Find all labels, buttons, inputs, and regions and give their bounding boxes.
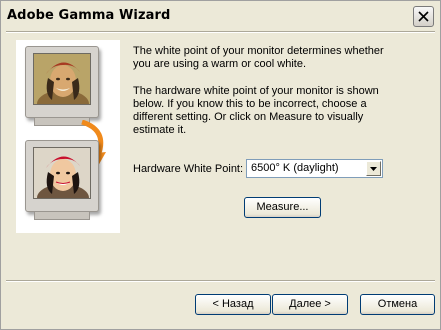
white-point-illustration [16, 40, 120, 233]
detail-line: estimate it. [133, 124, 187, 136]
portrait-cool-icon [33, 147, 91, 199]
dropdown-button[interactable] [366, 161, 381, 176]
detail-line: The hardware white point of your monitor… [133, 85, 379, 97]
portrait-warm-icon [33, 53, 91, 105]
hardware-white-point-select[interactable]: 6500° K (daylight) [246, 159, 383, 178]
cancel-button[interactable]: Отмена [360, 294, 435, 315]
intro-text: The white point of your monitor determin… [133, 45, 423, 71]
hardware-white-point-value: 6500° K (daylight) [251, 162, 339, 174]
detail-text: The hardware white point of your monitor… [133, 85, 423, 137]
monitor-cool [25, 140, 99, 220]
measure-button[interactable]: Measure... [244, 197, 321, 218]
close-icon [418, 11, 429, 22]
monitor-warm [25, 46, 99, 126]
close-button[interactable] [413, 6, 434, 27]
detail-line: below. If you know this to be incorrect,… [133, 98, 367, 110]
detail-line: different setting. Or click on Measure t… [133, 111, 364, 123]
back-button[interactable]: < Назад [195, 294, 271, 315]
title-bar[interactable]: Adobe Gamma Wizard [1, 1, 440, 31]
gamma-wizard-window: Adobe Gamma Wizard The white point of yo… [0, 0, 441, 330]
hardware-white-point-label: Hardware White Point: [133, 163, 244, 175]
chevron-down-icon [370, 167, 377, 171]
title-divider [6, 31, 435, 33]
intro-line: you are using a warm or cool white. [133, 58, 307, 70]
intro-line: The white point of your monitor determin… [133, 45, 384, 57]
window-title: Adobe Gamma Wizard [7, 8, 171, 23]
footer-divider [6, 280, 435, 282]
next-button[interactable]: Далее > [272, 294, 348, 315]
